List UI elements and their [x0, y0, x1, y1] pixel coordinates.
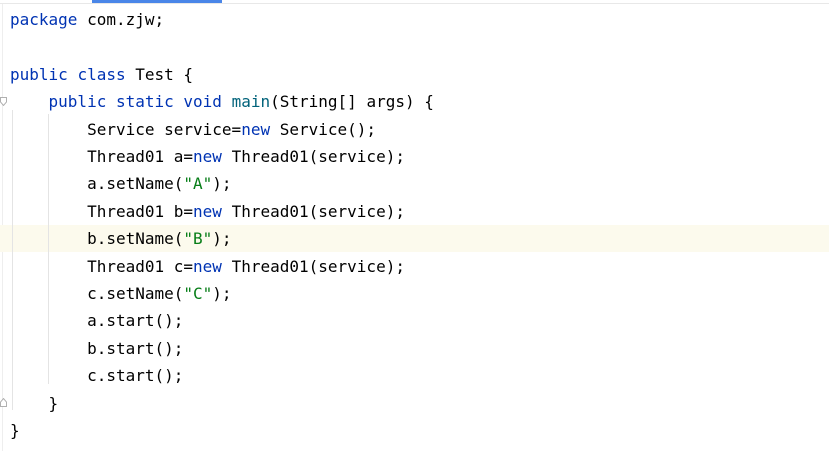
- code-token: new: [193, 256, 222, 276]
- code-token: public: [48, 92, 107, 112]
- code-token: Service service=: [10, 119, 242, 139]
- code-token: c.setName(: [10, 284, 184, 303]
- editor-top-border: [0, 3, 829, 4]
- code-token: );: [212, 229, 232, 249]
- code-token: "B": [183, 229, 213, 249]
- code-token: new: [193, 201, 222, 221]
- code-line[interactable]: Thread01 c=new Thread01(service);: [10, 253, 405, 280]
- code-line[interactable]: Thread01 a=new Thread01(service);: [10, 143, 405, 170]
- code-token: (String[] args) {: [270, 92, 434, 112]
- code-token: "A": [183, 174, 213, 194]
- code-line[interactable]: public static void main(String[] args) {: [10, 88, 434, 115]
- code-token: void: [183, 92, 222, 112]
- code-token: a.setName(: [10, 174, 184, 194]
- code-token: Thread01(service);: [221, 201, 405, 221]
- code-token: main: [231, 92, 271, 112]
- fold-close-icon[interactable]: [0, 398, 7, 407]
- code-token: package: [10, 10, 78, 29]
- code-line[interactable]: a.start();: [10, 307, 183, 334]
- code-token: }: [10, 421, 20, 440]
- code-line[interactable]: }: [10, 390, 59, 417]
- code-line[interactable]: Service service=new Service();: [10, 116, 376, 143]
- code-token: b.start();: [10, 338, 184, 358]
- code-token: Thread01(service);: [221, 256, 405, 276]
- code-line[interactable]: b.setName("B");: [10, 225, 232, 252]
- code-token: a.start();: [10, 311, 184, 331]
- code-line[interactable]: }: [10, 417, 20, 444]
- code-line[interactable]: a.setName("A");: [10, 170, 232, 197]
- code-token: new: [193, 147, 222, 166]
- code-token: Service();: [270, 119, 377, 139]
- code-token: Thread01 a=: [10, 147, 194, 166]
- code-line[interactable]: c.start();: [10, 362, 183, 389]
- code-token: "C": [183, 284, 213, 303]
- code-token: static: [115, 92, 174, 112]
- code-line[interactable]: c.setName("C");: [10, 280, 232, 307]
- code-token: );: [212, 284, 232, 303]
- code-token: com.zjw;: [77, 10, 165, 29]
- code-token: c.start();: [10, 366, 184, 386]
- fold-open-icon[interactable]: [0, 97, 7, 106]
- code-token: class: [77, 64, 126, 84]
- code-token: Thread01 c=: [10, 256, 194, 276]
- code-token: }: [10, 393, 59, 413]
- code-token: Thread01 b=: [10, 201, 194, 221]
- code-token: new: [241, 119, 271, 139]
- code-token: Thread01(service);: [221, 147, 405, 166]
- code-line[interactable]: Thread01 b=new Thread01(service);: [10, 198, 405, 225]
- code-editor[interactable]: package com.zjw; public class Test { publ…: [0, 0, 829, 451]
- code-line[interactable]: public class Test {: [10, 61, 193, 88]
- code-line[interactable]: package com.zjw;: [10, 6, 164, 33]
- code-line[interactable]: b.start();: [10, 335, 183, 362]
- code-token: );: [212, 174, 232, 194]
- code-token: b.setName(: [10, 229, 184, 249]
- code-token: Test {: [125, 64, 194, 84]
- code-token: public: [10, 64, 68, 84]
